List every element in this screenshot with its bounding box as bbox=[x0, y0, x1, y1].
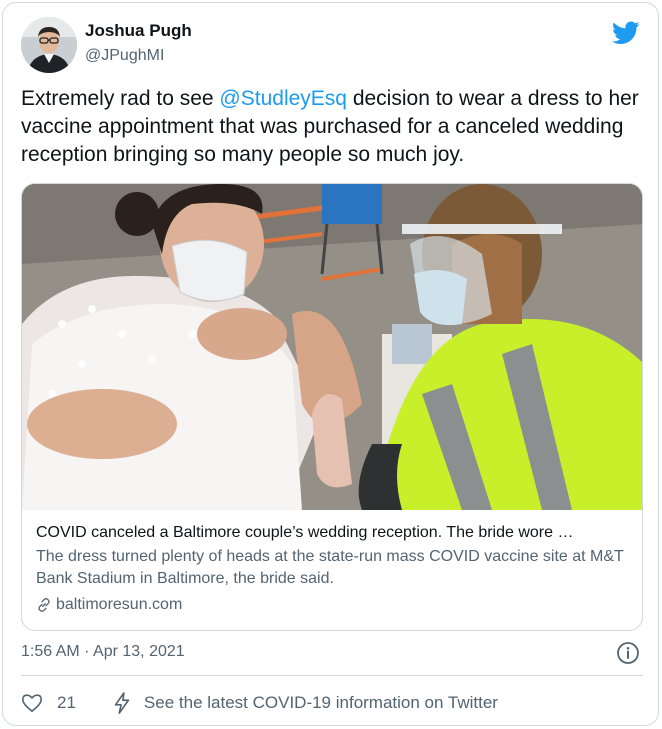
action-bar: 21 See the latest COVID-19 information o… bbox=[21, 689, 498, 717]
card-text: COVID canceled a Baltimore couple’s wedd… bbox=[36, 522, 632, 616]
covid-info-text: See the latest COVID-19 information on T… bbox=[143, 693, 498, 712]
tweet-text-before: Extremely rad to see bbox=[21, 87, 220, 110]
divider bbox=[21, 675, 643, 676]
author-avatar[interactable] bbox=[21, 17, 77, 73]
info-icon[interactable] bbox=[616, 641, 640, 665]
card-domain-text: baltimoresun.com bbox=[56, 596, 183, 613]
card-description: The dress turned plenty of heads at the … bbox=[36, 548, 624, 587]
lightning-icon bbox=[114, 692, 130, 714]
card-title[interactable]: COVID canceled a Baltimore couple’s wedd… bbox=[36, 522, 632, 544]
like-count: 21 bbox=[57, 693, 76, 712]
heart-icon bbox=[22, 694, 42, 713]
covid-info-link[interactable]: See the latest COVID-19 information on T… bbox=[112, 692, 498, 714]
card-image[interactable] bbox=[22, 184, 643, 510]
tweet-text: Extremely rad to see @StudleyEsq decisio… bbox=[21, 85, 641, 169]
author-handle[interactable]: @JPughMI bbox=[85, 47, 164, 65]
tweet-card[interactable]: Joshua Pugh @JPughMI Extremely rad to se… bbox=[2, 2, 659, 726]
twitter-bird-icon[interactable] bbox=[612, 21, 640, 45]
avatar-photo bbox=[21, 17, 77, 73]
link-icon bbox=[38, 598, 50, 612]
author-name[interactable]: Joshua Pugh bbox=[85, 21, 192, 41]
like-button[interactable]: 21 bbox=[21, 692, 76, 714]
mention-link[interactable]: @StudleyEsq bbox=[219, 87, 347, 110]
card-domain[interactable]: baltimoresun.com bbox=[36, 594, 632, 616]
link-card[interactable]: COVID canceled a Baltimore couple’s wedd… bbox=[21, 183, 643, 631]
tweet-timestamp[interactable]: 1:56 AM · Apr 13, 2021 bbox=[21, 643, 185, 661]
